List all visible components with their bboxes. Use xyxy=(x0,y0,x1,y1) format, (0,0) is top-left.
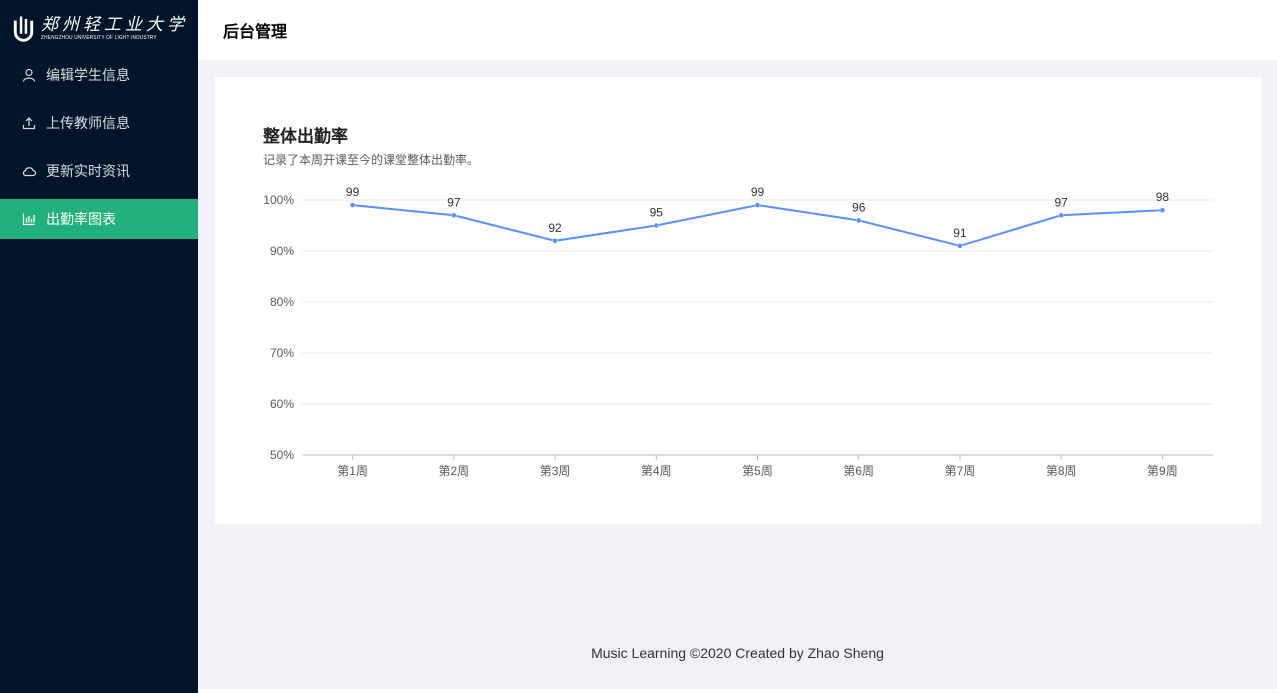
data-label: 97 xyxy=(447,195,461,209)
data-label: 96 xyxy=(852,200,866,214)
sidebar-item-upload-teachers[interactable]: 上传教师信息 xyxy=(0,103,198,143)
data-point xyxy=(754,202,761,208)
footer-divider xyxy=(198,689,1277,693)
sidebar-item-update-news[interactable]: 更新实时资讯 xyxy=(0,151,198,191)
y-tick-label: 80% xyxy=(270,295,294,309)
data-point xyxy=(957,243,963,249)
data-label: 92 xyxy=(548,221,562,235)
x-tick-label: 第7周 xyxy=(945,464,976,478)
data-label: 91 xyxy=(953,226,967,240)
data-label: 99 xyxy=(346,185,360,199)
data-point xyxy=(451,212,457,219)
sidebar: 郑州轻工业大学 ZHENGZHOU UNIVERSITY OF LIGHT IN… xyxy=(0,0,198,693)
data-point xyxy=(1058,212,1064,219)
university-logo[interactable]: 郑州轻工业大学 ZHENGZHOU UNIVERSITY OF LIGHT IN… xyxy=(12,10,188,46)
chart-title: 整体出勤率 xyxy=(263,127,348,146)
logo-mark-icon xyxy=(13,16,34,42)
chart-subtitle: 记录了本周开课至今的课堂整体出勤率。 xyxy=(263,153,480,167)
sidebar-item-label: 编辑学生信息 xyxy=(46,67,130,83)
bar-chart-icon xyxy=(22,212,36,226)
sidebar-item-label: 更新实时资讯 xyxy=(46,163,130,179)
page-title: 后台管理 xyxy=(223,24,288,41)
sidebar-item-edit-students[interactable]: 编辑学生信息 xyxy=(0,55,198,95)
attendance-line-chart: 100% 90% 80% 70% 60% 50% 第1周 第2周 第3周 第4周 第5周 第6周 第7周… xyxy=(263,185,1213,478)
data-label: 99 xyxy=(751,185,765,199)
sidebar-item-attendance-chart[interactable]: 出勤率图表 xyxy=(0,199,198,239)
sidebar-item-label: 上传教师信息 xyxy=(46,115,130,131)
data-label: 97 xyxy=(1054,195,1068,209)
logo-english-text: ZHENGZHOU UNIVERSITY OF LIGHT INDUSTRY xyxy=(41,35,157,41)
data-label: 98 xyxy=(1156,190,1170,204)
data-point xyxy=(349,202,356,208)
footer-text: Music Learning ©2020 Created by Zhao She… xyxy=(591,645,884,661)
y-tick-label: 60% xyxy=(270,397,294,411)
y-tick-label: 70% xyxy=(270,346,294,360)
data-point xyxy=(653,222,660,229)
y-tick-label: 100% xyxy=(263,193,294,207)
data-point xyxy=(855,217,862,224)
x-tick-label: 第3周 xyxy=(540,464,571,478)
cloud-icon xyxy=(22,164,36,178)
logo-chinese-text: 郑州轻工业大学 xyxy=(41,15,188,35)
sidebar-menu: 编辑学生信息 上传教师信息 更新实时资讯 出勤率图表 xyxy=(0,55,198,247)
series-line xyxy=(352,204,1163,247)
data-label: 95 xyxy=(650,206,664,220)
x-tick-label: 第8周 xyxy=(1046,464,1077,478)
sidebar-item-label: 出勤率图表 xyxy=(46,211,116,227)
x-tick-label: 第1周 xyxy=(337,464,368,478)
data-point xyxy=(1159,207,1166,213)
chart-card: 100% 90% 80% 70% 60% 50% 第1周 第2周 第3周 第4周 第5周 第6周 第7周… xyxy=(215,77,1261,524)
y-tick-label: 50% xyxy=(270,448,294,462)
upload-icon xyxy=(22,116,36,130)
x-tick-label: 第9周 xyxy=(1147,464,1178,478)
x-tick-label: 第5周 xyxy=(742,464,773,478)
x-tick-label: 第2周 xyxy=(438,464,469,478)
top-header: 后台管理 xyxy=(198,0,1277,60)
x-tick-label: 第4周 xyxy=(641,464,672,478)
data-point xyxy=(552,238,558,244)
user-icon xyxy=(22,68,36,82)
y-tick-label: 90% xyxy=(270,244,294,258)
x-tick-label: 第6周 xyxy=(843,464,874,478)
